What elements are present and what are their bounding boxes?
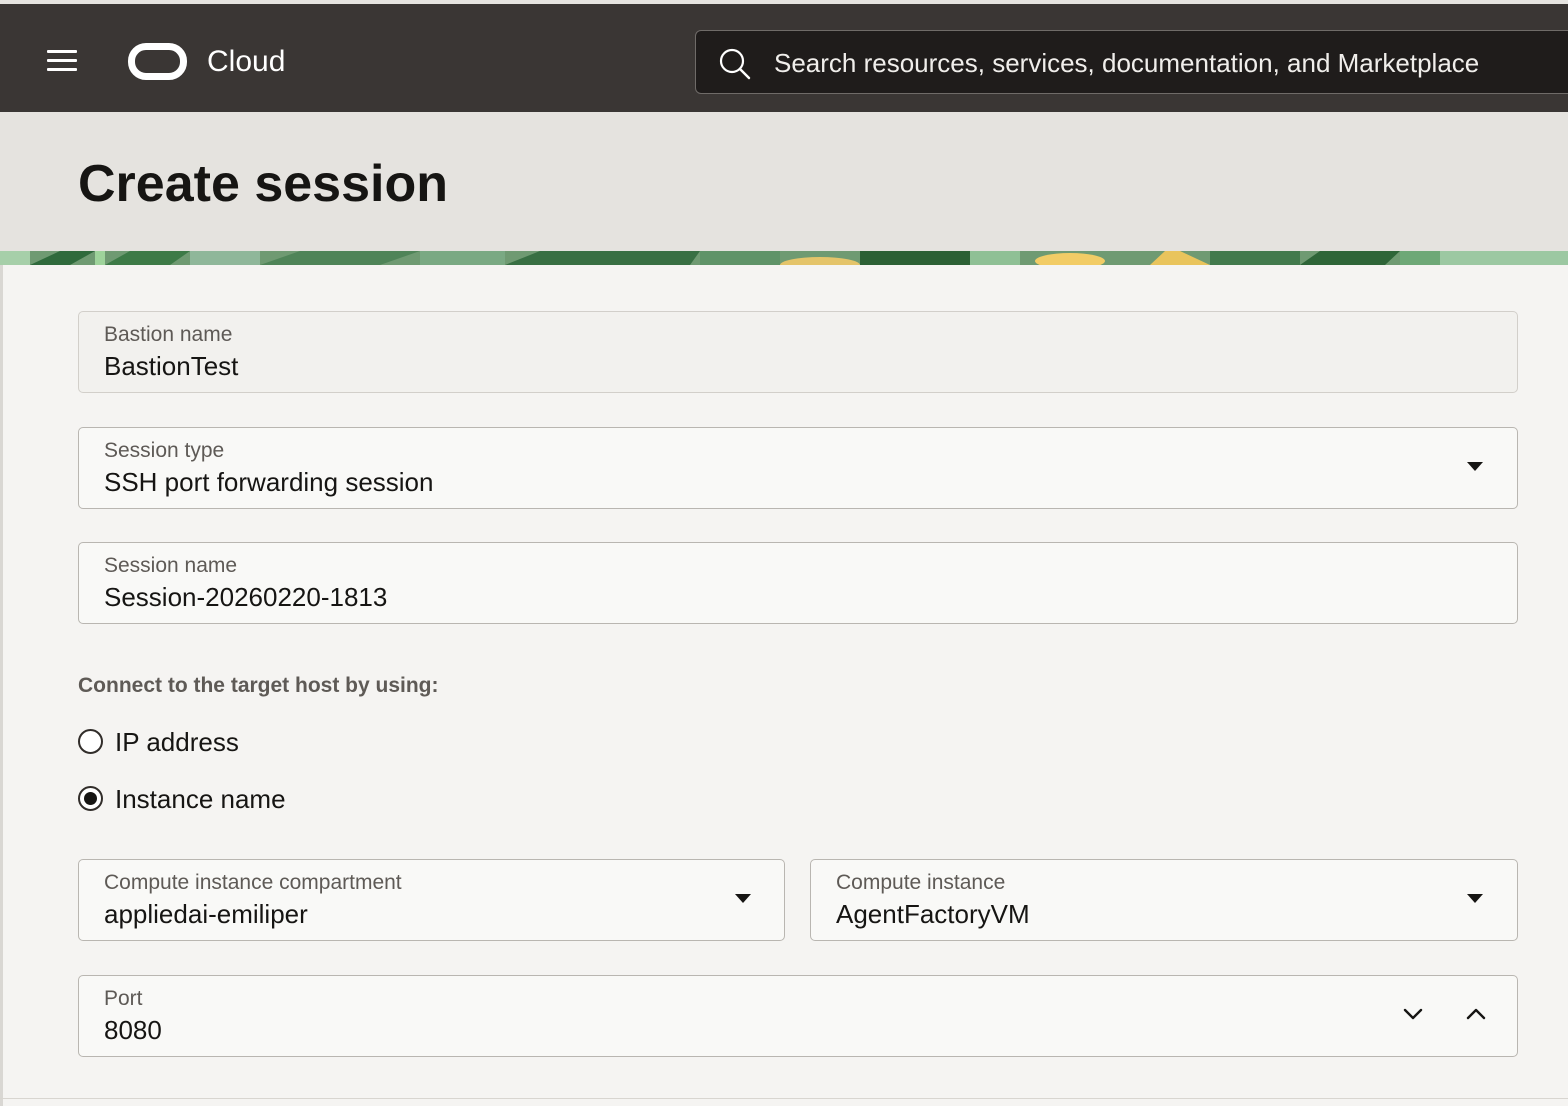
radio-button-checked-icon[interactable] bbox=[78, 786, 103, 811]
compute-instance-compartment-select[interactable]: Compute instance compartment appliedai-e… bbox=[78, 859, 785, 941]
bastion-name-label: Bastion name bbox=[104, 323, 233, 346]
decorative-banner bbox=[0, 251, 1568, 265]
radio-button-unchecked-icon[interactable] bbox=[78, 729, 103, 754]
compartment-value: appliedai-emiliper bbox=[104, 899, 308, 929]
page-header: Create session bbox=[0, 112, 1568, 251]
compute-instance-label: Compute instance bbox=[836, 871, 1006, 894]
caret-down-icon[interactable] bbox=[1467, 462, 1483, 471]
increment-chevron-up-icon[interactable] bbox=[1465, 1006, 1487, 1022]
session-name-value[interactable]: Session-20260220-1813 bbox=[104, 582, 387, 613]
brand-name[interactable]: Cloud bbox=[207, 42, 285, 82]
compute-instance-select[interactable]: Compute instance AgentFactoryVM bbox=[810, 859, 1518, 941]
search-icon bbox=[719, 48, 751, 80]
bastion-name-field: Bastion name BastionTest bbox=[78, 311, 1518, 393]
session-type-value: SSH port forwarding session bbox=[104, 467, 434, 497]
bastion-name-value: BastionTest bbox=[104, 351, 239, 381]
session-name-label: Session name bbox=[104, 554, 238, 577]
footer-divider bbox=[0, 1098, 1568, 1099]
decrement-chevron-down-icon[interactable] bbox=[1402, 1006, 1424, 1022]
port-label: Port bbox=[104, 987, 143, 1010]
top-navigation-bar: Cloud bbox=[0, 0, 1568, 112]
caret-down-icon[interactable] bbox=[735, 894, 751, 903]
search-bar[interactable] bbox=[695, 30, 1568, 94]
search-input[interactable] bbox=[774, 41, 1564, 85]
caret-down-icon[interactable] bbox=[1467, 894, 1483, 903]
oracle-logo-icon[interactable] bbox=[128, 43, 187, 80]
compute-instance-value: AgentFactoryVM bbox=[836, 899, 1030, 929]
hamburger-menu-icon[interactable] bbox=[44, 48, 80, 72]
session-type-label: Session type bbox=[104, 439, 225, 462]
page-title: Create session bbox=[78, 155, 448, 213]
port-stepper[interactable]: Port 8080 bbox=[78, 975, 1518, 1057]
compartment-label: Compute instance compartment bbox=[104, 871, 402, 894]
session-type-select[interactable]: Session type SSH port forwarding session bbox=[78, 427, 1518, 509]
session-name-input[interactable]: Session name Session-20260220-1813 bbox=[78, 542, 1518, 624]
connect-by-label: Connect to the target host by using: bbox=[78, 674, 439, 697]
port-value[interactable]: 8080 bbox=[104, 1015, 162, 1046]
radio-instance-name-label[interactable]: Instance name bbox=[115, 784, 286, 815]
radio-ip-address-label[interactable]: IP address bbox=[115, 727, 239, 758]
